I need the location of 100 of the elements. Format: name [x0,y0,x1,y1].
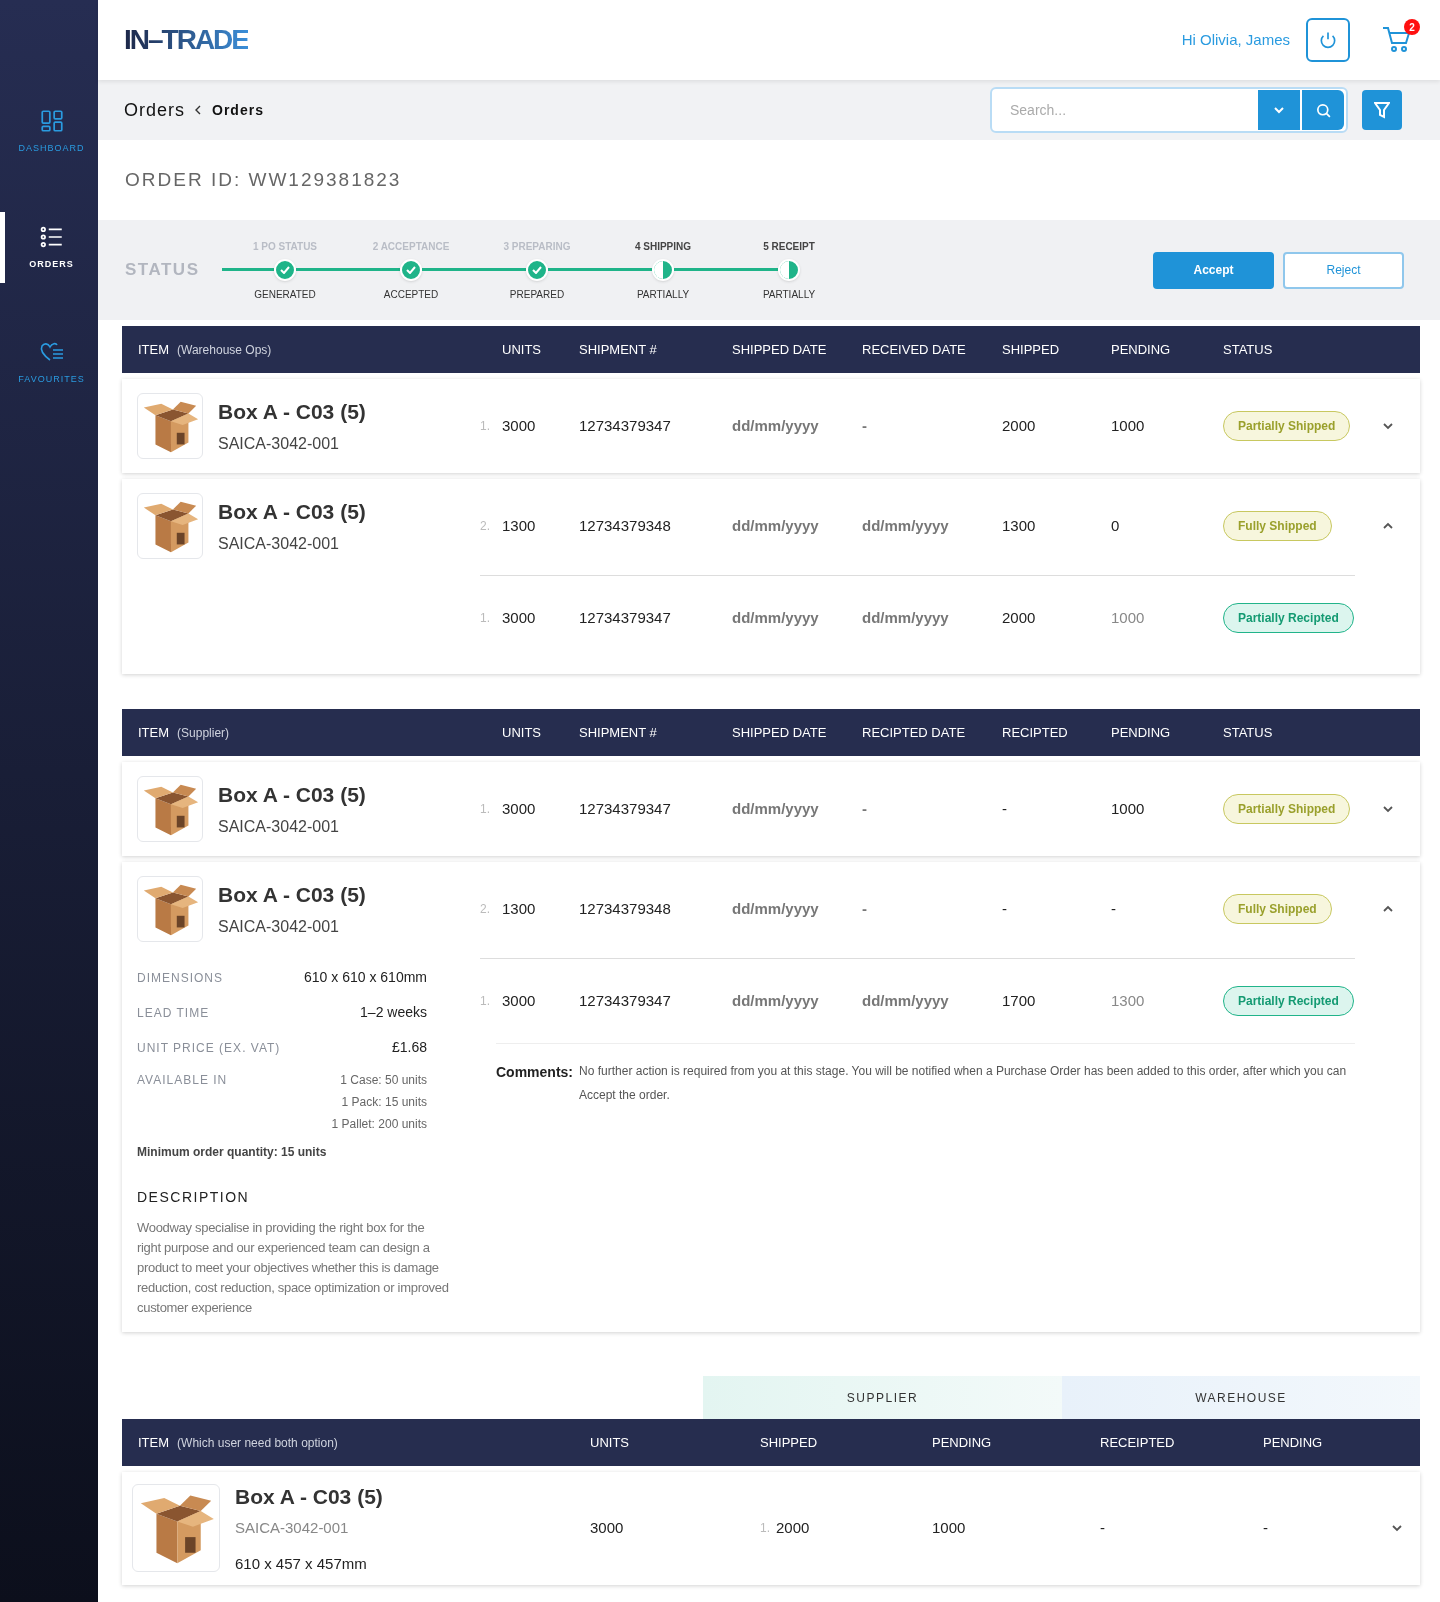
line-number: 1. [760,1520,770,1538]
table-cell-text: 12734379347 [579,798,672,819]
table-cell-text: 12734379348 [579,515,672,536]
chevron-down-icon[interactable] [1381,422,1394,430]
dashboard-icon [38,108,65,134]
breadcrumb-item[interactable]: Orders [124,96,185,124]
column-header: STATUS [1223,723,1274,742]
table-cell-text: 0 [1111,515,1121,536]
item-code: SAICA-3042-001 [218,916,340,937]
column-header: PENDING [1111,723,1172,742]
column-header: SHIPPED [760,1433,819,1452]
reject-button[interactable]: Reject [1283,251,1404,289]
step-caption: ACCEPTED [383,287,439,302]
pack-option: 1 Pack: 15 units [341,1093,427,1111]
spec-value: £1.68 [391,1038,427,1057]
table-cell-text: 12734379347 [579,415,672,436]
table-cell-text: dd/mm/yyyy [862,607,950,628]
table-cell-text: dd/mm/yyyy [732,607,820,628]
status-label: STATUS [125,259,201,282]
table-cell-text: dd/mm/yyyy [732,898,820,919]
table-cell-text: - [1002,798,1008,819]
spec-label: UNIT PRICE (EX. VAT) [137,1039,281,1057]
table-cell-text: 12734379347 [579,990,672,1011]
column-header: SHIPPED [1002,340,1061,359]
item-code: SAICA-3042-001 [218,533,340,554]
table-cell-text: 1000 [932,1518,967,1538]
column-header: ITEM [138,1433,170,1452]
item-name: Box A - C03 (5) [218,499,366,526]
status-badge: Partially Shipped [1223,794,1351,824]
accept-button[interactable]: Accept [1153,251,1274,289]
status-badge: Fully Shipped [1223,511,1332,541]
description-text: Woodway specialise in providing the right box for the right purpose and our experienced team can design a product to meet your objectives whether this is damage reduction, cost reduction, space optimization or improved customer experience [137,1219,449,1317]
column-header: RECEIVED DATE [862,340,967,359]
column-note: (Warehouse Ops) [177,341,272,359]
column-header: SHIPMENT # [579,723,658,742]
table-cell-text: 1700 [1002,990,1037,1011]
status-badge: Partially Shipped [1223,411,1351,441]
pack-option: 1 Pallet: 200 units [331,1115,427,1133]
chevron-down-icon[interactable] [1381,805,1394,813]
filter-icon [1374,101,1390,119]
table-cell-text: 12734379348 [579,898,672,919]
table-cell-text: 2000 [776,1518,810,1538]
chevron-up-icon[interactable] [1381,522,1394,530]
table-cell-text: 1300 [1002,515,1037,536]
column-header: SHIPMENT # [579,340,658,359]
item-code: SAICA-3042-001 [218,433,340,454]
table-cell-text: - [862,415,868,436]
item-name: Box A - C03 (5) [235,1484,383,1510]
item-name: Box A - C03 (5) [218,399,366,426]
table-cell-text: 1000 [1111,415,1146,436]
power-button[interactable] [1306,18,1350,62]
status-badge: Fully Shipped [1223,894,1332,924]
search-icon [1314,101,1332,119]
line-number: 1. [480,993,491,1010]
table-cell-text: 1000 [1111,798,1146,819]
filter-button[interactable] [1362,90,1402,130]
table-cell-text: 1000 [1111,607,1146,628]
column-header: ITEM [138,340,170,359]
chevron-up-icon[interactable] [1381,905,1394,913]
item-name: Box A - C03 (5) [218,782,366,809]
sidebar-item[interactable]: DASHBOARD [0,96,98,168]
status-badge: Partially Recipted [1223,603,1354,633]
line-number: 2. [480,518,491,535]
item-size: 610 x 457 x 457mm [235,1554,368,1574]
group-header: WAREHOUSE [1062,1376,1420,1419]
greeting-link[interactable]: Hi Olivia, James [1181,28,1290,52]
pack-option: 1 Case: 50 units [340,1071,427,1089]
table-cell-text: 3000 [502,798,537,819]
item-code: SAICA-3042-001 [218,816,340,837]
power-icon [1318,30,1338,50]
search-button[interactable] [1302,90,1344,130]
column-note: (Which user need both option) [177,1434,338,1452]
table-cell-text: - [1111,898,1117,919]
item-name: Box A - C03 (5) [218,882,366,909]
search-input[interactable]: Search... [1010,99,1258,121]
breadcrumb-item[interactable]: Orders [212,99,264,121]
spec-value: 1–2 weeks [360,1003,427,1022]
chevron-down-icon[interactable] [1390,1524,1403,1533]
step-caption: PARTIALLY [762,287,816,302]
column-header: UNITS [590,1433,630,1452]
step-title: 4 SHIPPING [634,239,692,253]
line-number: 1. [480,418,491,435]
column-header: STATUS [1223,340,1274,359]
column-header: RECIPTED [1002,723,1069,742]
table-cell-text: 3000 [502,415,537,436]
group-header: SUPPLIER [703,1376,1062,1419]
table-cell-text: 1300 [502,515,537,536]
step-caption: GENERATED [254,287,316,302]
column-header: RECIPTED DATE [862,723,967,742]
column-note: (Supplier) [177,724,230,742]
table-cell-text: 3000 [502,990,537,1011]
table-cell-text: dd/mm/yyyy [732,515,820,536]
spec-label: LEAD TIME [137,1004,210,1022]
search-field[interactable]: Search... [990,87,1348,133]
minimum-quantity: Minimum order quantity: 15 units [137,1144,328,1161]
table-cell-text: dd/mm/yyyy [732,990,820,1011]
table-cell-text: dd/mm/yyyy [732,415,820,436]
column-header: PENDING [1111,340,1172,359]
sidebar-item[interactable]: FAVOURITES [0,327,98,399]
table-cell-text: 2000 [1002,607,1037,628]
